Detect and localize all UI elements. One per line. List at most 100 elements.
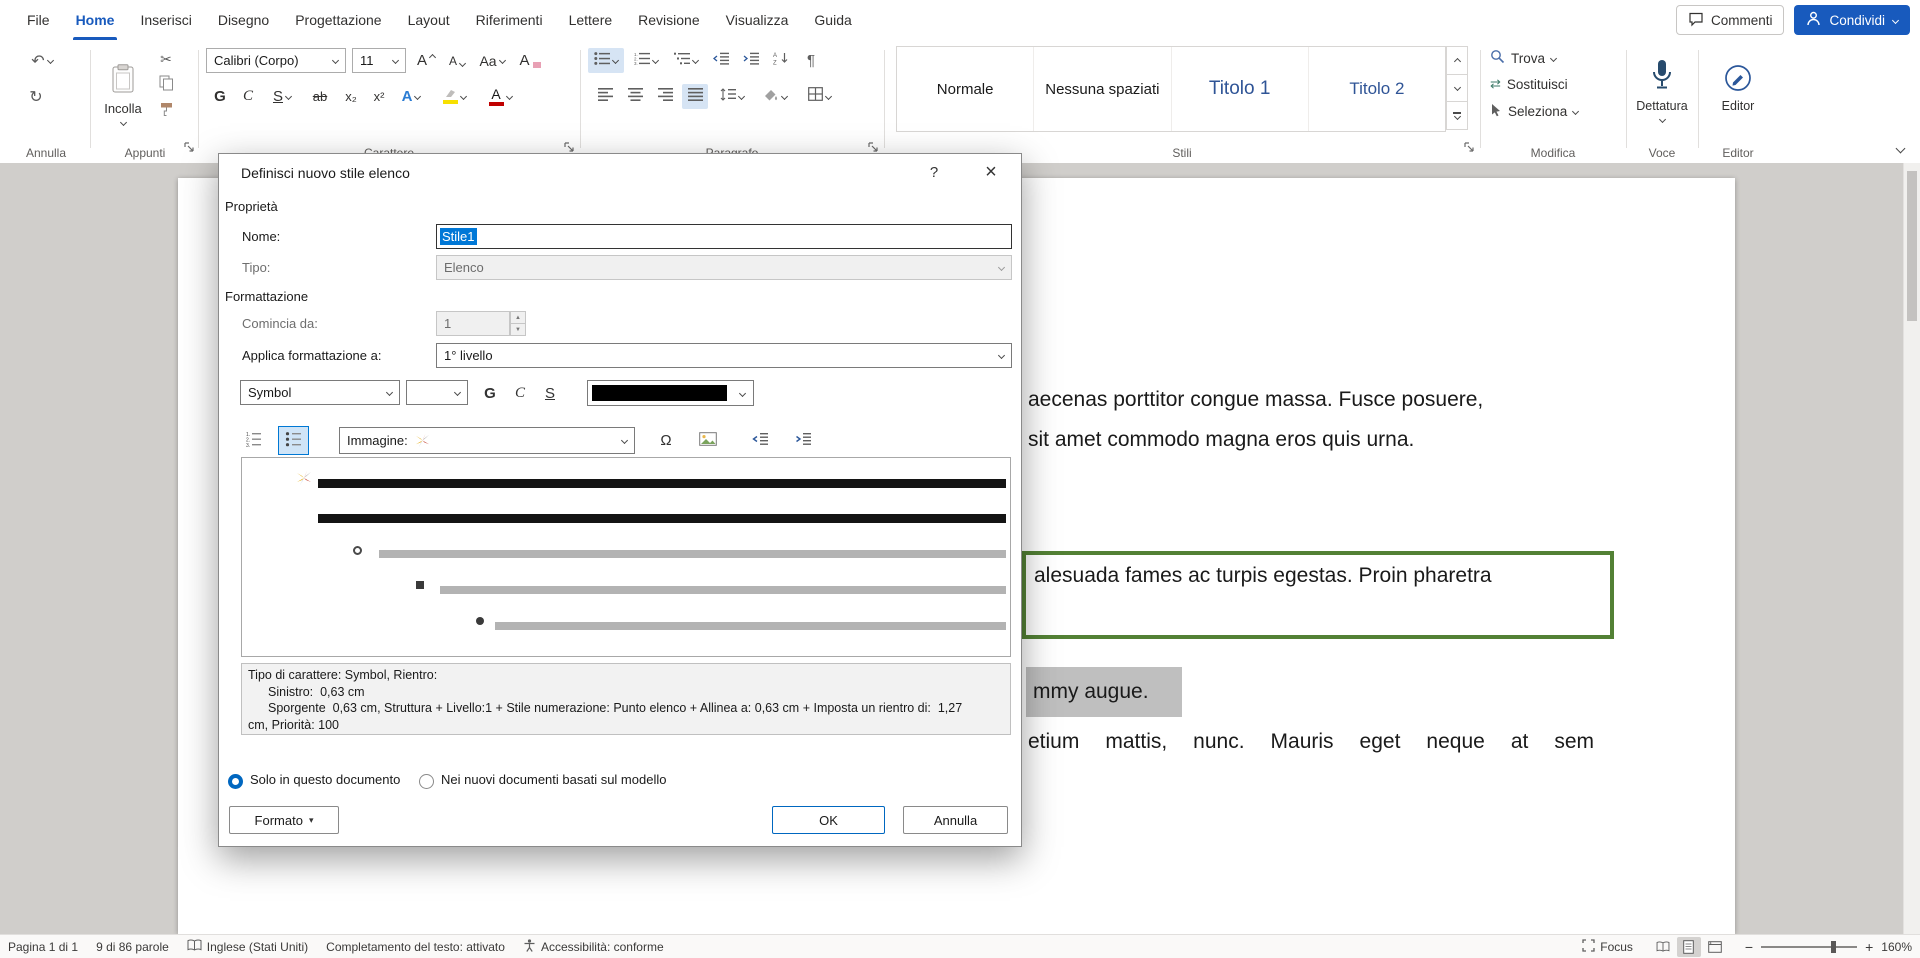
grow-font-button[interactable]: A bbox=[412, 48, 440, 73]
insert-picture-button[interactable] bbox=[693, 426, 723, 454]
page-indicator[interactable]: Pagina 1 di 1 bbox=[8, 940, 78, 954]
tab-layout[interactable]: Layout bbox=[395, 0, 463, 40]
ok-button[interactable]: OK bbox=[772, 806, 885, 834]
select-button[interactable]: Seleziona bbox=[1490, 103, 1578, 120]
highlight-button[interactable] bbox=[434, 84, 474, 109]
align-left-button[interactable] bbox=[592, 84, 618, 109]
multilevel-list-button[interactable] bbox=[668, 48, 704, 73]
editor-button[interactable]: Editor bbox=[1706, 46, 1770, 130]
dialog-italic-button[interactable]: C bbox=[507, 380, 533, 406]
style-titolo-1[interactable]: Titolo 1 bbox=[1172, 47, 1309, 131]
superscript-button[interactable]: x² bbox=[366, 84, 392, 109]
word-count[interactable]: 9 di 86 parole bbox=[96, 940, 169, 954]
subscript-button[interactable]: x₂ bbox=[338, 84, 364, 109]
align-right-button[interactable] bbox=[652, 84, 678, 109]
dialog-bold-button[interactable]: G bbox=[477, 380, 503, 406]
gallery-scroll-down-button[interactable] bbox=[1446, 75, 1468, 103]
chevron-down-icon[interactable] bbox=[326, 49, 345, 72]
tab-riferimenti[interactable]: Riferimenti bbox=[463, 0, 556, 40]
dialog-increase-indent-button[interactable] bbox=[789, 426, 817, 454]
increase-indent-button[interactable] bbox=[738, 48, 764, 73]
tab-home[interactable]: Home bbox=[63, 0, 128, 40]
dialog-help-button[interactable]: ? bbox=[918, 159, 950, 186]
zoom-in-button[interactable]: + bbox=[1865, 939, 1873, 955]
font-color-button[interactable]: A bbox=[480, 84, 520, 109]
format-painter-button[interactable] bbox=[154, 99, 178, 124]
dialog-decrease-indent-button[interactable] bbox=[746, 426, 774, 454]
radio-new-documents-template[interactable] bbox=[419, 774, 434, 789]
tab-inserisci[interactable]: Inserisci bbox=[127, 0, 204, 40]
text-effects-button[interactable]: A bbox=[394, 84, 428, 109]
style-nessuna-spaziatura[interactable]: Nessuna spaziati bbox=[1034, 47, 1171, 131]
tab-disegno[interactable]: Disegno bbox=[205, 0, 282, 40]
dialog-font-name-combobox[interactable]: Symbol bbox=[240, 380, 400, 405]
comments-button[interactable]: Commenti bbox=[1676, 5, 1785, 35]
chevron-down-icon[interactable] bbox=[731, 381, 753, 405]
immagine-dropdown[interactable]: Immagine: bbox=[339, 427, 635, 454]
print-layout-button[interactable] bbox=[1677, 937, 1701, 957]
dialog-font-size-combobox[interactable] bbox=[406, 380, 468, 405]
justify-button[interactable] bbox=[682, 84, 708, 109]
symbol-button[interactable]: Ω bbox=[651, 426, 681, 454]
underline-button[interactable]: S bbox=[264, 84, 300, 109]
show-paragraph-marks-button[interactable]: ¶ bbox=[798, 48, 824, 73]
dictate-button[interactable]: Dettatura bbox=[1630, 44, 1694, 136]
sort-button[interactable]: AZ bbox=[768, 48, 794, 73]
strikethrough-button[interactable]: ab bbox=[306, 84, 334, 109]
scrollbar-thumb[interactable] bbox=[1907, 171, 1917, 321]
borders-button[interactable] bbox=[800, 84, 838, 109]
dialog-underline-button[interactable]: S bbox=[537, 380, 563, 406]
accessibility-indicator[interactable]: Accessibilità: conforme bbox=[523, 939, 664, 955]
vertical-scrollbar[interactable] bbox=[1903, 163, 1920, 934]
find-button[interactable]: Trova bbox=[1490, 49, 1556, 67]
bullets-button[interactable] bbox=[588, 48, 624, 73]
gallery-scroll-up-button[interactable] bbox=[1446, 46, 1468, 75]
shading-button[interactable] bbox=[756, 84, 794, 109]
chevron-down-icon[interactable] bbox=[386, 49, 405, 72]
chevron-down-icon[interactable] bbox=[992, 344, 1011, 367]
font-size-combobox[interactable]: 11 bbox=[352, 48, 406, 73]
share-button[interactable]: Condividi bbox=[1794, 5, 1910, 35]
style-titolo-2[interactable]: Titolo 2 bbox=[1309, 47, 1445, 131]
zoom-slider[interactable] bbox=[1761, 941, 1857, 953]
chevron-down-icon[interactable] bbox=[615, 428, 634, 453]
tab-visualizza[interactable]: Visualizza bbox=[713, 0, 802, 40]
align-center-button[interactable] bbox=[622, 84, 648, 109]
collapse-ribbon-button[interactable] bbox=[1897, 139, 1904, 157]
decrease-indent-button[interactable] bbox=[708, 48, 734, 73]
cut-button[interactable]: ✂ bbox=[154, 47, 178, 72]
replace-button[interactable]: ⇄ Sostituisci bbox=[1490, 76, 1568, 92]
read-mode-button[interactable] bbox=[1651, 937, 1675, 957]
applica-dropdown[interactable]: 1° livello bbox=[436, 343, 1012, 368]
gallery-more-button[interactable] bbox=[1446, 102, 1468, 130]
redo-button[interactable]: ↻ bbox=[22, 84, 50, 109]
zoom-slider-thumb[interactable] bbox=[1831, 941, 1836, 953]
style-normale[interactable]: Normale bbox=[897, 47, 1034, 131]
chevron-down-icon[interactable] bbox=[380, 381, 399, 404]
focus-mode-button[interactable]: Focus bbox=[1582, 939, 1633, 955]
tab-lettere[interactable]: Lettere bbox=[556, 0, 626, 40]
tab-revisione[interactable]: Revisione bbox=[625, 0, 712, 40]
zoom-out-button[interactable]: − bbox=[1745, 939, 1753, 955]
dialog-font-color-dropdown[interactable] bbox=[587, 380, 754, 406]
dialog-bullets-button[interactable] bbox=[278, 426, 309, 455]
text-prediction-indicator[interactable]: Completamento del testo: attivato bbox=[326, 940, 505, 954]
italic-button[interactable]: C bbox=[236, 84, 260, 109]
tab-guida[interactable]: Guida bbox=[801, 0, 864, 40]
dialog-launcher-stili[interactable] bbox=[1464, 140, 1475, 158]
chevron-down-icon[interactable] bbox=[448, 381, 467, 404]
tab-progettazione[interactable]: Progettazione bbox=[282, 0, 394, 40]
dialog-launcher-appunti[interactable] bbox=[184, 140, 195, 158]
change-case-button[interactable]: Aa bbox=[474, 48, 510, 73]
nome-input[interactable]: Stile1 bbox=[436, 224, 1012, 249]
formato-button[interactable]: Formato▾ bbox=[229, 806, 339, 834]
paste-button[interactable]: Incolla bbox=[96, 44, 150, 144]
line-spacing-button[interactable] bbox=[714, 84, 750, 109]
language-indicator[interactable]: Inglese (Stati Uniti) bbox=[187, 939, 308, 954]
cancel-button[interactable]: Annulla bbox=[903, 806, 1008, 834]
shrink-font-button[interactable]: A bbox=[444, 48, 470, 73]
copy-button[interactable] bbox=[154, 73, 178, 98]
radio-only-this-document-label[interactable]: Solo in questo documento bbox=[250, 772, 400, 787]
dialog-close-button[interactable]: × bbox=[973, 159, 1009, 186]
dialog-numbering-button[interactable]: 1.2.3. bbox=[239, 426, 268, 455]
